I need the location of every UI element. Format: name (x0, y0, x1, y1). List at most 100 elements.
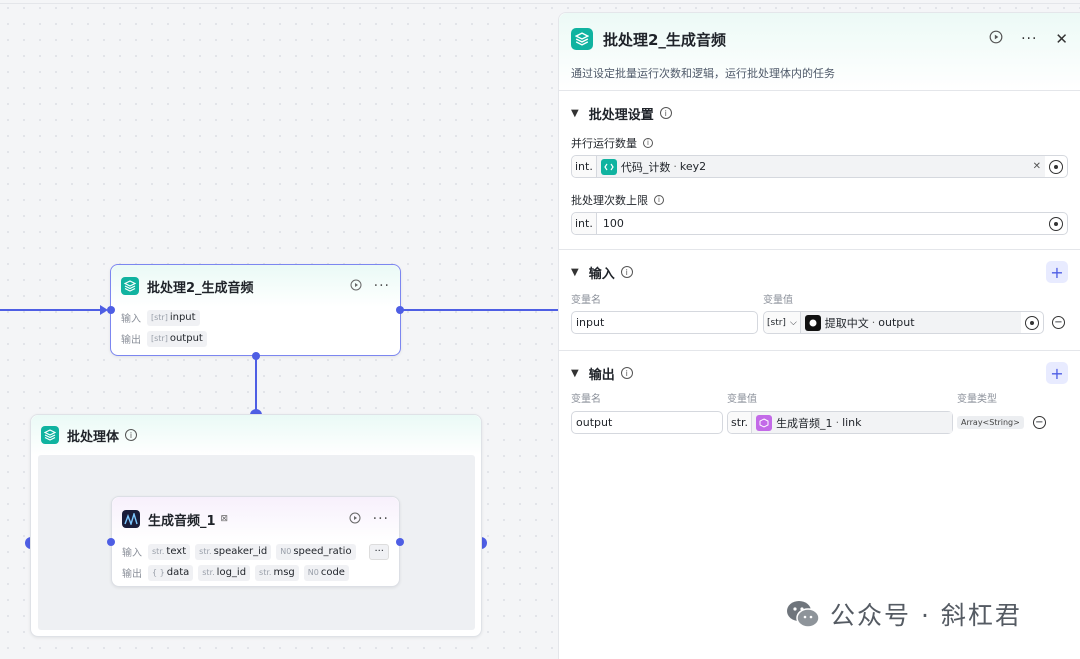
remove-output-button[interactable]: − (1032, 416, 1046, 429)
batch-out-port[interactable] (396, 306, 404, 314)
ref-source: 生成音频_1 (776, 416, 833, 430)
variable-picker-icon[interactable] (1049, 159, 1063, 174)
node-config-panel: 批处理2_生成音频 ··· ✕ 通过设定批量运行次数和逻辑，运行批处理体内的任务… (558, 12, 1080, 659)
outputs-section: ▼ 输出 i + 变量名 变量值 变量类型 output str. 生成音频_1… (559, 351, 1080, 434)
tag-icon: ⊠ (220, 514, 229, 524)
chevron-down-icon: ⌵ (789, 317, 797, 328)
close-icon[interactable]: ✕ (1055, 30, 1068, 48)
input-label: 输入 (121, 314, 141, 325)
info-icon[interactable]: i (620, 367, 633, 379)
audio-out-port[interactable] (396, 538, 404, 546)
tag-name: code (320, 567, 345, 578)
tag-type: str. (202, 568, 215, 577)
info-icon[interactable]: i (620, 266, 633, 278)
edge-batch-to-body (255, 356, 257, 414)
info-icon[interactable]: i (654, 195, 664, 205)
reference-chip[interactable]: 提取中文 · output (800, 312, 1021, 333)
layers-icon (571, 28, 593, 50)
tag-name: msg (273, 567, 295, 578)
input-tag: [str] input (147, 309, 200, 326)
batch-node[interactable]: 批处理2_生成音频 ··· 输入 [str] input 输出 [str] outp… (110, 264, 401, 356)
more-icon[interactable]: ··· (374, 278, 390, 294)
chevron-down-icon[interactable]: ▼ (571, 267, 579, 278)
add-input-button[interactable]: + (1046, 261, 1068, 283)
audio-node[interactable]: 生成音频_1 ⊠ ··· 输入 str. text str. speaker_id … (111, 496, 400, 587)
layers-icon (41, 426, 59, 444)
parallel-field[interactable]: int. 代码_计数 · key2 ✕ (571, 155, 1068, 178)
type-badge[interactable]: int. (572, 213, 597, 234)
limit-value[interactable]: 100 (597, 217, 1045, 230)
ref-key: key2 (679, 160, 707, 173)
type-value: [str] (767, 317, 786, 328)
settings-section: ▼ 批处理设置 i 并行运行数量 i int. 代码_计数 · key2 ✕ 批… (559, 91, 1080, 250)
audio-in-port[interactable] (107, 538, 115, 546)
output-tag: { } data (148, 564, 194, 581)
audio-node-title: 生成音频_1 (148, 513, 216, 529)
chevron-down-icon[interactable]: ▼ (571, 108, 579, 119)
cube-icon (756, 414, 773, 431)
ref-separator: · (871, 316, 876, 329)
run-icon[interactable] (989, 30, 1003, 48)
tag-type: N0 (280, 547, 292, 556)
ref-source: 提取中文 (824, 316, 869, 330)
remove-input-button[interactable]: − (1052, 316, 1065, 329)
type-badge[interactable]: [str] ⌵ (764, 312, 801, 333)
col-name-label: 变量名 (571, 294, 601, 306)
batch-body-port[interactable] (252, 352, 260, 360)
edge-into-batch (0, 309, 103, 311)
batch-body-title: 批处理体 (67, 429, 120, 445)
col-value-label: 变量值 (763, 294, 793, 306)
audio-wave-icon (122, 510, 140, 528)
add-output-button[interactable]: + (1046, 362, 1068, 384)
ref-key: output (878, 316, 915, 329)
limit-field[interactable]: int. 100 (571, 212, 1068, 235)
output-value-field[interactable]: str. 生成音频_1 · link (727, 411, 953, 434)
type-badge[interactable]: int. (572, 156, 597, 177)
ref-separator: · (673, 160, 677, 173)
more-icon[interactable]: ··· (373, 511, 389, 527)
col-type-label: 变量类型 (957, 393, 997, 405)
panel-description: 通过设定批量运行次数和逻辑，运行批处理体内的任务 (571, 67, 835, 80)
output-tag: str. msg (255, 564, 299, 581)
wechat-icon (787, 601, 820, 628)
panel-title[interactable]: 批处理2_生成音频 (603, 29, 726, 50)
tag-name: text (166, 546, 187, 557)
settings-header[interactable]: ▼ 批处理设置 i (571, 91, 1068, 135)
variable-picker-icon[interactable] (1025, 315, 1039, 330)
ref-source: 代码_计数 (620, 160, 671, 174)
tag-name: output (169, 333, 203, 344)
input-tag: str. speaker_id (195, 543, 272, 560)
reference-chip[interactable]: 生成音频_1 · link (752, 412, 952, 433)
type-badge[interactable]: str. (728, 412, 753, 433)
output-name-field[interactable]: output (571, 411, 723, 434)
variable-picker-icon[interactable] (1049, 216, 1063, 231)
output-label: 输出 (122, 569, 142, 580)
code-icon (600, 158, 617, 175)
tag-name: input (169, 312, 196, 323)
top-divider (0, 3, 1080, 4)
tag-type: str. (199, 547, 212, 556)
more-inputs-button[interactable]: ··· (369, 543, 389, 560)
tag-name: speed_ratio (293, 546, 352, 557)
col-name-label: 变量名 (571, 393, 601, 405)
reference-chip[interactable]: 代码_计数 · key2 ✕ (596, 156, 1045, 177)
limit-label: 批处理次数上限 (571, 194, 648, 207)
edge-out-batch (402, 309, 560, 311)
output-label: 输出 (121, 335, 141, 346)
parallel-label: 并行运行数量 (571, 137, 637, 150)
input-label: 输入 (122, 548, 142, 559)
cloud-icon (804, 314, 821, 331)
info-icon[interactable]: i (659, 107, 672, 119)
clear-icon[interactable]: ✕ (1033, 161, 1041, 172)
input-name-field[interactable]: input (571, 311, 758, 334)
batch-in-port[interactable] (107, 306, 115, 314)
tag-type: N0 (307, 568, 319, 577)
run-icon[interactable] (349, 512, 361, 527)
chevron-down-icon[interactable]: ▼ (571, 368, 579, 379)
outputs-heading: 输出 (588, 367, 615, 383)
input-value-field[interactable]: [str] ⌵ 提取中文 · output (763, 311, 1044, 334)
run-icon[interactable] (350, 279, 362, 294)
more-icon[interactable]: ··· (1021, 31, 1037, 47)
info-icon[interactable]: i (125, 429, 138, 441)
info-icon[interactable]: i (643, 138, 653, 148)
